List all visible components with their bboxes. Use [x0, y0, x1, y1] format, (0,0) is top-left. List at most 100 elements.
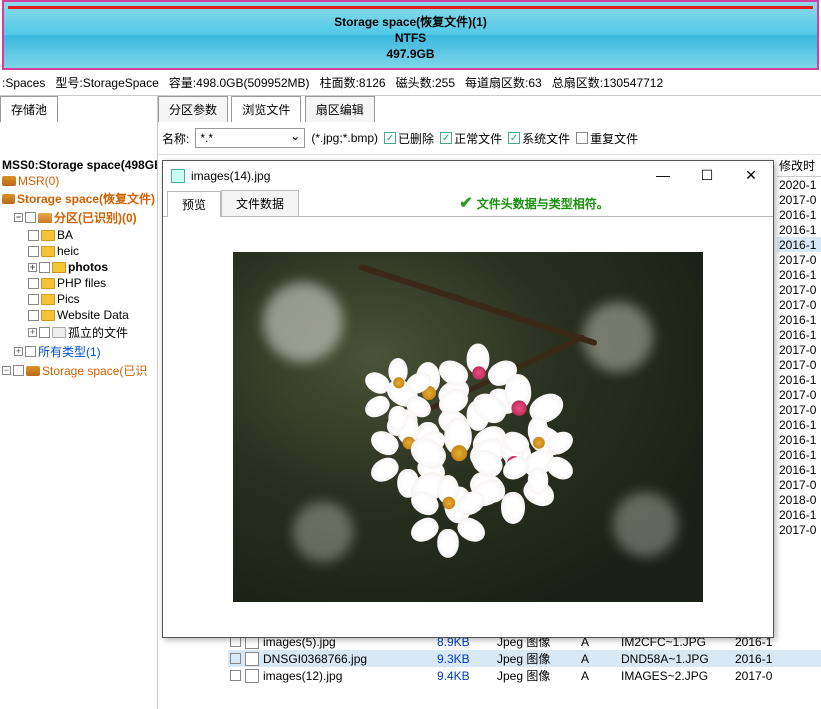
minimize-button[interactable]: —	[649, 167, 677, 184]
tree-folder-orphan[interactable]: +孤立的文件	[0, 323, 157, 342]
file-date-cell[interactable]: 2018-0	[777, 492, 821, 507]
file-date-cell[interactable]: 2016-1	[777, 372, 821, 387]
close-button[interactable]: ✕	[737, 167, 765, 184]
info-total-label: 总扇区数:	[552, 76, 603, 90]
file-date-cell[interactable]: 2017-0	[777, 522, 821, 537]
collapse-icon[interactable]: −	[14, 213, 23, 222]
tree-msr[interactable]: MSR(0)	[0, 173, 157, 189]
file-size: 9.3KB	[437, 652, 493, 666]
preview-window[interactable]: images(14).jpg — ☐ ✕ 预览 文件数据 ✔ 文件头数据与类型相…	[162, 160, 774, 638]
file-list-bottom[interactable]: images(5).jpg8.9KBJpeg 图像AIM2CFC~1.JPG20…	[228, 633, 821, 684]
checkbox[interactable]	[28, 294, 39, 305]
disk-icon	[2, 194, 15, 204]
expand-icon[interactable]: +	[28, 328, 37, 337]
file-name: images(12).jpg	[263, 669, 433, 683]
folder-icon	[41, 310, 55, 321]
file-date-cell[interactable]: 2016-1	[777, 237, 821, 252]
chk-deleted[interactable]: ✓已删除	[384, 130, 434, 147]
file-date-cell[interactable]: 2016-1	[777, 207, 821, 222]
preview-filename: images(14).jpg	[191, 169, 643, 183]
file-date-cell[interactable]: 2020-1	[777, 177, 821, 192]
info-cap: 498.0GB(509952MB)	[196, 76, 309, 90]
tree-folder-heic[interactable]: heic	[0, 243, 157, 259]
checkbox[interactable]	[13, 365, 24, 376]
checkbox[interactable]	[28, 278, 39, 289]
file-date-cell[interactable]: 2016-1	[777, 447, 821, 462]
checkbox[interactable]	[28, 246, 39, 257]
maximize-button[interactable]: ☐	[693, 167, 721, 184]
tab-preview[interactable]: 预览	[167, 191, 221, 217]
file-date-cell[interactable]: 2016-1	[777, 417, 821, 432]
info-spt-label: 每道扇区数:	[465, 76, 528, 90]
tab-partition-params[interactable]: 分区参数	[158, 96, 228, 122]
info-model-label: 型号:	[55, 76, 82, 90]
file-date-cell[interactable]: 2016-1	[777, 222, 821, 237]
folder-icon	[41, 230, 55, 241]
partition-tree[interactable]: MSS0:Storage space(498GB) MSR(0) Storage…	[0, 155, 158, 709]
tab-browse-files[interactable]: 浏览文件	[231, 96, 301, 122]
file-date-cell[interactable]: 2016-1	[777, 462, 821, 477]
tree-alltypes[interactable]: +所有类型(1)	[0, 342, 157, 361]
file-row[interactable]: images(12).jpg9.4KBJpeg 图像AIMAGES~2.JPG2…	[228, 667, 821, 684]
file-date-cell[interactable]: 2016-1	[777, 267, 821, 282]
file-date-cell[interactable]: 2016-1	[777, 432, 821, 447]
tree-folder-ba[interactable]: BA	[0, 227, 157, 243]
file-attr: A	[581, 669, 617, 683]
chk-system[interactable]: ✓系统文件	[508, 130, 570, 147]
file-date-cell[interactable]: 2017-0	[777, 402, 821, 417]
file-date-cell[interactable]: 2016-1	[777, 507, 821, 522]
tree-recovery[interactable]: Storage space(恢复文件)	[0, 189, 157, 208]
info-head-label: 磁头数:	[396, 76, 435, 90]
file-date-cell[interactable]: 2017-0	[777, 282, 821, 297]
tab-file-data[interactable]: 文件数据	[221, 190, 299, 216]
checkbox[interactable]	[230, 653, 241, 664]
col-header-modtime[interactable]: 修改时	[777, 155, 821, 177]
chk-normal[interactable]: ✓正常文件	[440, 130, 502, 147]
checkbox[interactable]	[39, 327, 50, 338]
file-date-cell[interactable]: 2017-0	[777, 297, 821, 312]
info-model: StorageSpace	[83, 76, 159, 90]
preview-titlebar[interactable]: images(14).jpg — ☐ ✕	[163, 161, 773, 190]
tree-root[interactable]: MSS0:Storage space(498GB)	[0, 157, 157, 173]
file-date-cell[interactable]: 2016-1	[777, 327, 821, 342]
folder-icon	[52, 327, 66, 338]
file-icon	[245, 652, 259, 666]
file-date-cell[interactable]: 2017-0	[777, 357, 821, 372]
storage-bar[interactable]: Storage space(恢复文件)(1) NTFS 497.9GB	[2, 0, 819, 70]
tree-folder-php[interactable]: PHP files	[0, 275, 157, 291]
image-file-icon	[171, 169, 185, 183]
tree-folder-pics[interactable]: Pics	[0, 291, 157, 307]
checkbox[interactable]	[39, 262, 50, 273]
file-date-cell[interactable]: 2016-1	[777, 312, 821, 327]
tree-partition[interactable]: −分区(已识别)(0)	[0, 208, 157, 227]
file-date-cell[interactable]: 2017-0	[777, 387, 821, 402]
checkbox[interactable]	[25, 212, 36, 223]
filter-pattern-combo[interactable]: *.*	[195, 128, 305, 148]
tree-folder-website[interactable]: Website Data	[0, 307, 157, 323]
checkbox[interactable]	[230, 670, 241, 681]
file-row[interactable]: DNSGI0368766.jpg9.3KBJpeg 图像ADND58A~1.JP…	[228, 650, 821, 667]
chk-repeat[interactable]: ✓重复文件	[576, 130, 638, 147]
folder-icon	[41, 278, 55, 289]
info-total: 130547712	[603, 76, 663, 90]
tab-storage-pool[interactable]: 存储池	[0, 96, 58, 122]
checkbox[interactable]	[28, 230, 39, 241]
file-date-cell[interactable]: 2017-0	[777, 252, 821, 267]
file-name: DNSGI0368766.jpg	[263, 652, 433, 666]
expand-icon[interactable]: +	[14, 347, 23, 356]
file-date: 2016-1	[735, 652, 772, 666]
expand-icon[interactable]: +	[28, 263, 37, 272]
file-date-cell[interactable]: 2017-0	[777, 192, 821, 207]
file-type: Jpeg 图像	[497, 650, 577, 667]
tree-recognized[interactable]: −Storage space(已识	[0, 361, 157, 380]
tab-sector-edit[interactable]: 扇区编辑	[305, 96, 375, 122]
checkbox[interactable]	[28, 310, 39, 321]
tree-folder-photos[interactable]: +photos	[0, 259, 157, 275]
file-date-cell[interactable]: 2017-0	[777, 342, 821, 357]
storage-highlight	[8, 6, 813, 9]
collapse-icon[interactable]: −	[2, 366, 11, 375]
check-icon: ✔	[459, 193, 472, 213]
file-date-cell[interactable]: 2017-0	[777, 477, 821, 492]
checkbox[interactable]	[25, 346, 36, 357]
disk-icon	[2, 176, 16, 186]
